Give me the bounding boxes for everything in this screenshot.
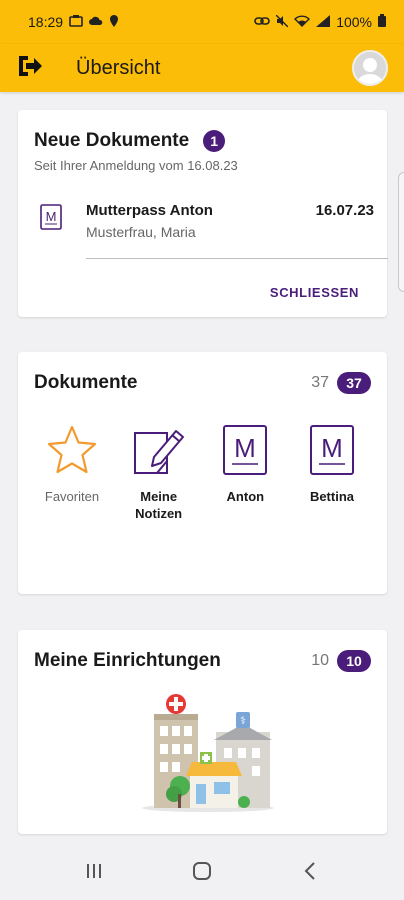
location-icon xyxy=(109,14,119,30)
document-author: Musterfrau, Maria xyxy=(86,224,196,240)
mutterpass-icon: M xyxy=(40,204,62,235)
tile-label: Bettina xyxy=(309,489,354,504)
documents-badge: 37 xyxy=(337,372,371,394)
svg-text:M: M xyxy=(234,433,256,463)
new-documents-header: Neue Dokumente 1 xyxy=(34,130,226,152)
facilities-badge: 10 xyxy=(337,650,371,672)
svg-text:M: M xyxy=(46,209,57,224)
tile-my-notes[interactable]: Meine Notizen xyxy=(119,422,199,522)
status-time: 18:29 xyxy=(28,14,64,30)
system-navigation-bar xyxy=(0,846,404,900)
logout-button[interactable] xyxy=(16,54,44,82)
documents-card: Dokumente 37 37 Favoriten Meine Notizen … xyxy=(18,352,387,594)
tile-label: Anton xyxy=(226,489,265,504)
user-avatar-icon xyxy=(354,52,386,84)
document-name: Mutterpass Anton xyxy=(86,202,213,219)
tile-anton[interactable]: M Anton xyxy=(205,422,285,522)
app-bar: Übersicht xyxy=(0,44,404,92)
notification-icon xyxy=(69,14,83,30)
facilities-header: Meine Einrichtungen 10 10 xyxy=(34,650,371,672)
logout-icon xyxy=(17,54,43,83)
new-documents-title: Neue Dokumente xyxy=(34,130,190,151)
scrollbar[interactable] xyxy=(398,172,404,292)
document-date: 16.07.23 xyxy=(315,202,374,219)
status-bar: 18:29 100% xyxy=(0,0,404,44)
documents-title: Dokumente xyxy=(34,372,138,393)
battery-icon xyxy=(378,14,386,30)
link-icon xyxy=(254,16,270,29)
documents-header: Dokumente 37 37 xyxy=(34,372,371,394)
facilities-title: Meine Einrichtungen xyxy=(34,650,221,671)
tile-label: Favoriten xyxy=(44,489,100,504)
avatar[interactable] xyxy=(352,50,388,86)
divider xyxy=(86,258,388,259)
back-button[interactable] xyxy=(280,853,340,893)
facilities-illustration: ⚕ xyxy=(134,694,280,819)
battery-level: 100% xyxy=(336,14,372,30)
tile-bettina[interactable]: M Bettina xyxy=(292,422,372,522)
note-edit-icon xyxy=(132,422,186,478)
tile-label: Meine Notizen xyxy=(135,489,183,521)
page-title: Übersicht xyxy=(76,56,161,79)
svg-text:⚕: ⚕ xyxy=(240,715,246,727)
home-button[interactable] xyxy=(172,853,232,893)
new-document-item[interactable]: M Mutterpass Anton Musterfrau, Maria 16.… xyxy=(34,200,374,260)
signal-icon xyxy=(316,14,331,30)
mutterpass-icon: M xyxy=(222,422,268,478)
recent-apps-button[interactable] xyxy=(64,853,124,893)
documents-count: 37 xyxy=(311,374,329,391)
facilities-count: 10 xyxy=(311,652,329,669)
star-icon xyxy=(45,422,99,478)
home-icon xyxy=(192,861,212,886)
new-documents-subtitle: Seit Ihrer Anmeldung vom 16.08.23 xyxy=(34,158,238,173)
wifi-icon xyxy=(294,14,311,30)
documents-grid: Favoriten Meine Notizen M Anton M Bettin… xyxy=(32,422,372,522)
new-documents-card: Neue Dokumente 1 Seit Ihrer Anmeldung vo… xyxy=(18,110,388,317)
svg-text:M: M xyxy=(321,433,343,463)
tile-favorites[interactable]: Favoriten xyxy=(32,422,112,522)
mutterpass-icon: M xyxy=(309,422,355,478)
mute-icon xyxy=(275,14,289,30)
new-documents-badge: 1 xyxy=(203,130,226,152)
cloud-icon xyxy=(89,16,103,29)
back-icon xyxy=(304,861,316,885)
recent-apps-icon xyxy=(85,863,103,884)
close-button[interactable]: SCHLIESSEN xyxy=(270,285,359,300)
facilities-card[interactable]: Meine Einrichtungen 10 10 ⚕ xyxy=(18,630,387,834)
